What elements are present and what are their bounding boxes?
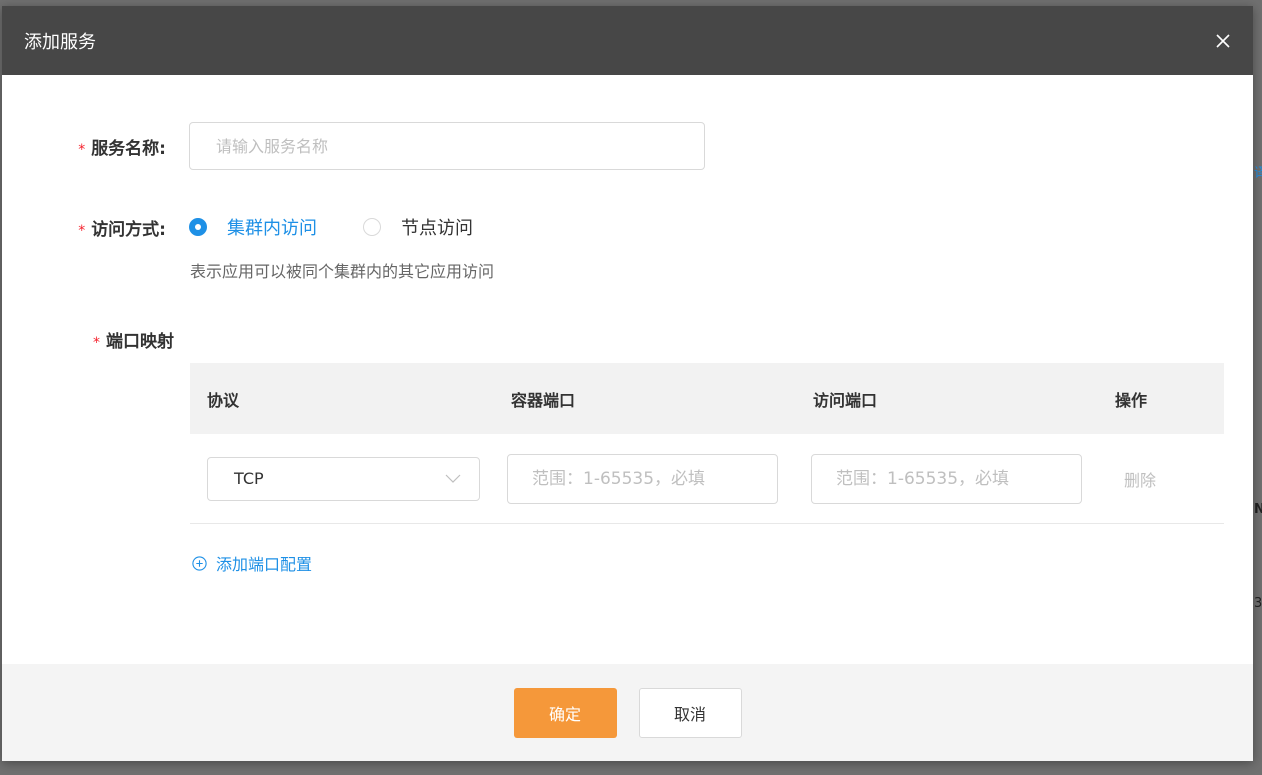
service-name-row: * 服务名称:	[2, 122, 705, 170]
background-fragment: 3	[1254, 596, 1262, 611]
port-mapping-row: * 端口映射	[2, 327, 193, 352]
column-action: 操作	[1115, 390, 1148, 410]
radio-checked-icon	[189, 218, 207, 236]
service-name-input[interactable]	[189, 122, 705, 170]
column-container-port: 容器端口	[511, 390, 576, 410]
service-name-label: * 服务名称:	[78, 138, 166, 159]
table-header: 协议 容器端口 访问端口 操作	[190, 363, 1224, 434]
column-protocol: 协议	[207, 390, 240, 410]
background-fragment: N	[1254, 502, 1262, 517]
port-mapping-label: * 端口映射	[93, 332, 174, 352]
confirm-button[interactable]: 确定	[513, 687, 617, 738]
dialog-footer: 确定 取消	[2, 664, 1253, 761]
access-mode-label: * 访问方式:	[78, 219, 166, 240]
access-mode-hint: 表示应用可以被同个集群内的其它应用访问	[190, 262, 495, 281]
protocol-select-value: TCP	[234, 469, 264, 488]
dialog-title: 添加服务	[24, 31, 96, 53]
chevron-down-icon	[445, 474, 461, 483]
required-mark: *	[78, 141, 86, 158]
radio-node-access[interactable]: 节点访问	[363, 214, 473, 240]
add-port-config-link[interactable]: 添加端口配置	[192, 551, 312, 575]
radio-cluster-access[interactable]: 集群内访问	[189, 214, 317, 240]
column-access-port: 访问端口	[813, 390, 878, 410]
table-row: TCP 删除	[190, 434, 1224, 524]
required-mark: *	[78, 222, 86, 239]
plus-circle-icon	[192, 555, 207, 571]
add-service-dialog: 添加服务 *服务名称: *访问方式: 集群内访问 节点访问 表示应用可以被同个集…	[2, 6, 1253, 761]
cancel-button[interactable]: 取消	[638, 687, 742, 738]
access-mode-row: * 访问方式: 集群内访问 节点访问	[2, 213, 473, 241]
container-port-input[interactable]	[507, 453, 778, 504]
close-button[interactable]	[1209, 27, 1237, 55]
add-port-config-label: 添加端口配置	[216, 555, 313, 574]
delete-row-link[interactable]: 删除	[1115, 471, 1156, 490]
close-icon	[1216, 33, 1230, 48]
access-port-input[interactable]	[811, 453, 1082, 504]
radio-unchecked-icon	[363, 218, 381, 236]
protocol-select[interactable]: TCP	[207, 456, 480, 501]
port-mapping-table: 协议 容器端口 访问端口 操作 TCP 删除	[190, 363, 1224, 524]
background-fragment: 译	[1254, 166, 1262, 181]
dialog-header: 添加服务	[2, 6, 1253, 75]
required-mark: *	[93, 335, 100, 351]
